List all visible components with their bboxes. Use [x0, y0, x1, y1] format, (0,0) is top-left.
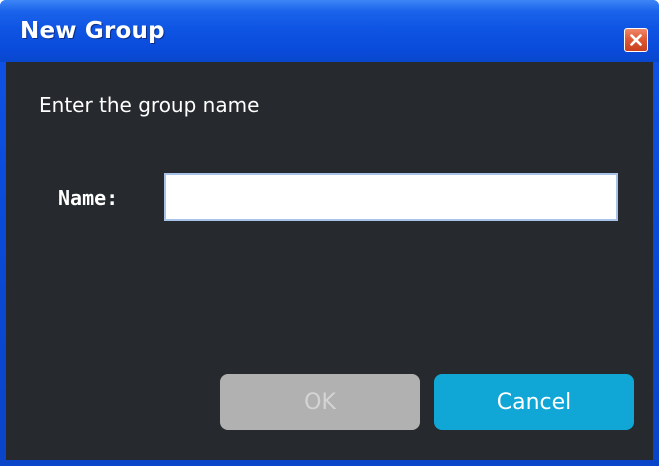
group-name-input[interactable] — [164, 173, 618, 221]
name-label: Name: — [58, 186, 119, 210]
new-group-dialog: New Group Enter the group name Name: OK … — [0, 0, 659, 466]
window-title: New Group — [20, 18, 165, 44]
close-button[interactable] — [624, 28, 648, 52]
title-bar[interactable]: New Group — [0, 0, 659, 62]
prompt-text: Enter the group name — [39, 93, 260, 117]
dialog-body: Enter the group name Name: OK Cancel — [6, 62, 653, 460]
cancel-button[interactable]: Cancel — [434, 374, 634, 430]
ok-button[interactable]: OK — [220, 374, 420, 430]
close-icon — [630, 34, 642, 46]
